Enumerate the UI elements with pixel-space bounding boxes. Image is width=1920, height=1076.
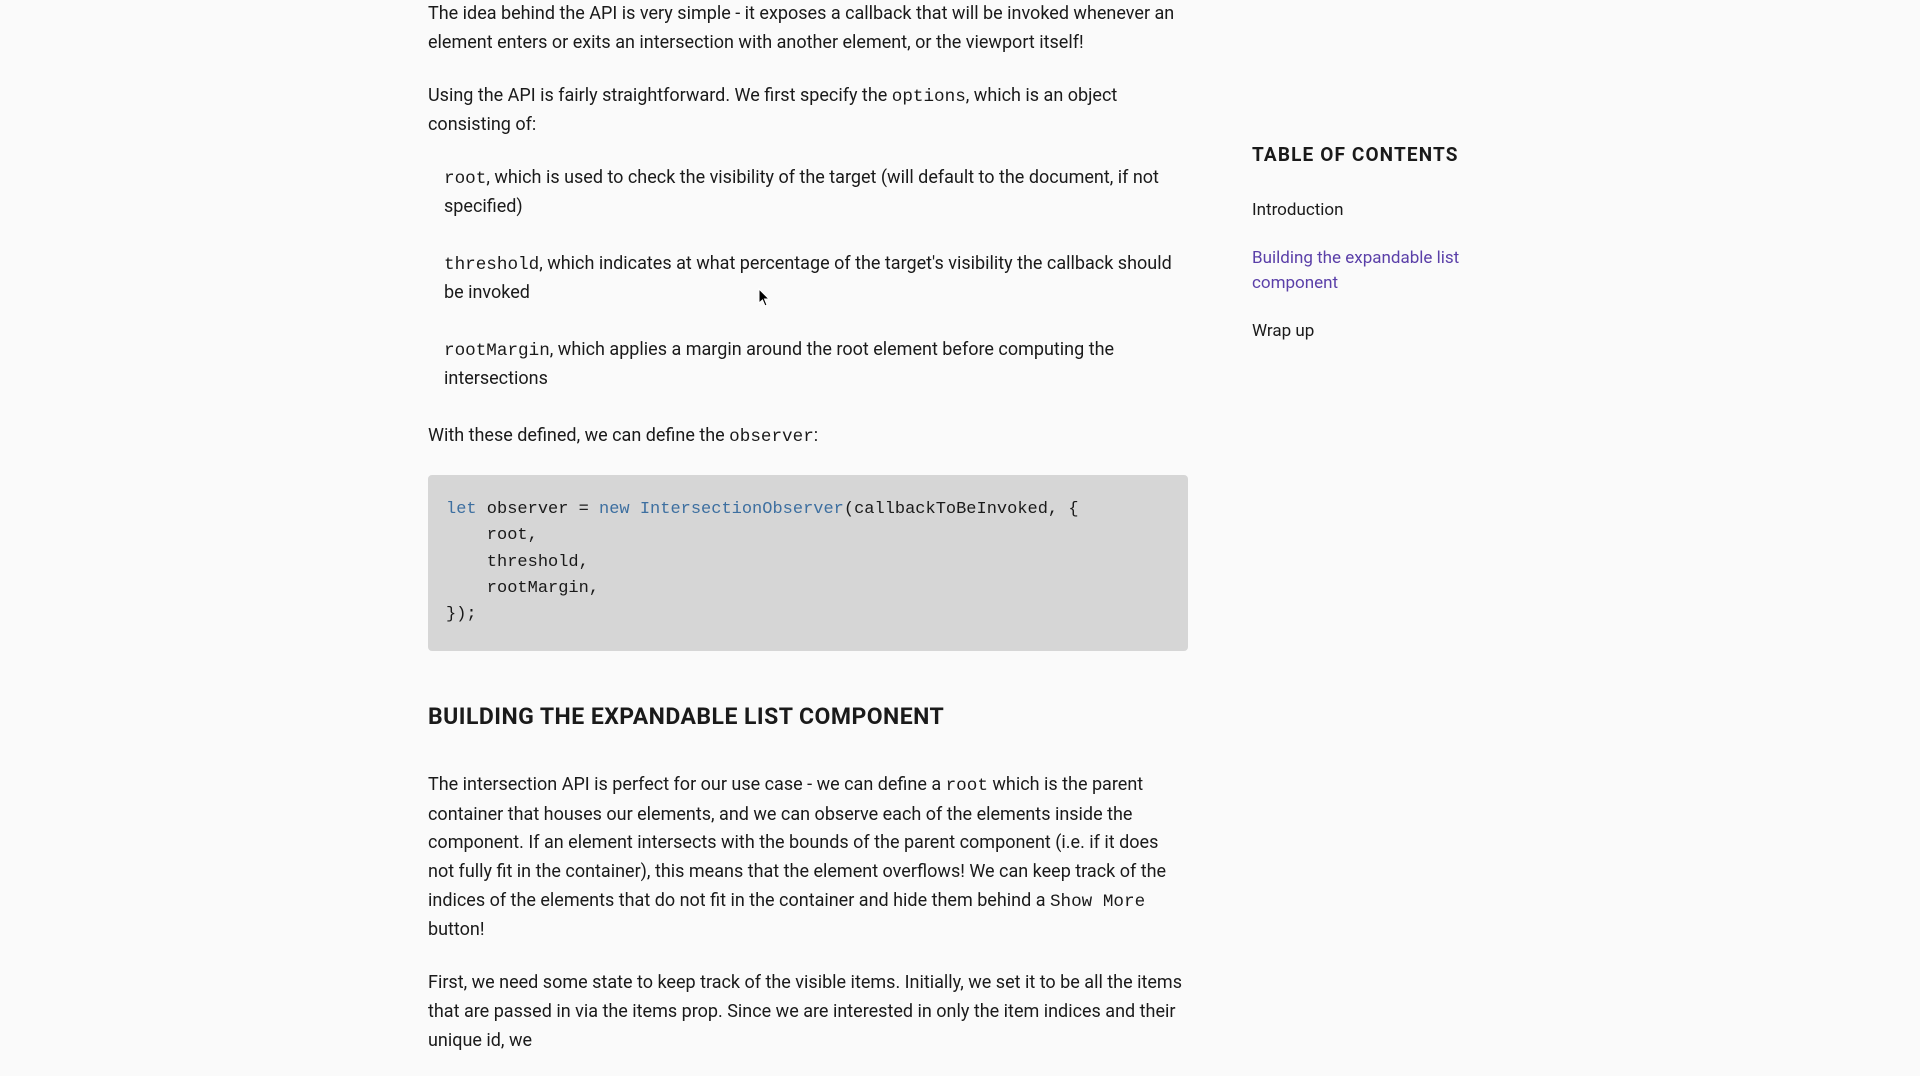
- token-keyword-let: let: [446, 500, 477, 519]
- text: , which is used to check the visibility …: [444, 167, 1159, 217]
- token-text: });: [446, 605, 477, 624]
- token-keyword-new: new: [599, 500, 630, 519]
- text: :: [814, 425, 818, 446]
- build-paragraph-2: First, we need some state to keep track …: [428, 969, 1188, 1055]
- code-root: root: [444, 169, 486, 189]
- token-type-intersectionobserver: IntersectionObserver: [630, 500, 844, 519]
- text: button!: [428, 919, 484, 940]
- toc-item-building[interactable]: Building the expandable list component: [1252, 246, 1492, 297]
- token-text: observer =: [477, 500, 599, 519]
- code-block-observer: let observer = new IntersectionObserver(…: [428, 475, 1188, 651]
- code-root-2: root: [946, 776, 988, 796]
- toc-item-wrapup[interactable]: Wrap up: [1252, 319, 1492, 345]
- token-text: threshold,: [446, 553, 589, 572]
- list-item: rootMargin, which applies a margin aroun…: [444, 336, 1188, 394]
- code-observer: observer: [729, 427, 814, 447]
- code-rootmargin: rootMargin: [444, 341, 550, 361]
- code-threshold: threshold: [444, 255, 539, 275]
- token-text: rootMargin,: [446, 579, 599, 598]
- text: , which indicates at what percentage of …: [444, 253, 1172, 303]
- text: passed in via the items prop. Since we a…: [428, 1001, 1175, 1051]
- table-of-contents: TABLE OF CONTENTS Introduction Building …: [1252, 0, 1492, 1076]
- article-body: The idea behind the API is very simple -…: [428, 0, 1188, 1076]
- text: With these defined, we can define the: [428, 425, 729, 446]
- text: The intersection API is perfect for our …: [428, 774, 946, 795]
- token-text: root,: [446, 526, 538, 545]
- intro-paragraph-2: Using the API is fairly straightforward.…: [428, 82, 1188, 140]
- code-options: options: [892, 87, 966, 107]
- toc-item-introduction[interactable]: Introduction: [1252, 198, 1492, 224]
- code-show-more: Show More: [1050, 892, 1145, 912]
- list-item: threshold, which indicates at what perce…: [444, 250, 1188, 308]
- text: Using the API is fairly straightforward.…: [428, 85, 892, 106]
- intro-paragraph-1: The idea behind the API is very simple -…: [428, 0, 1188, 58]
- toc-title: TABLE OF CONTENTS: [1252, 140, 1492, 170]
- observer-intro: With these defined, we can define the ob…: [428, 422, 1188, 451]
- options-list: root, which is used to check the visibil…: [428, 164, 1188, 394]
- list-item: root, which is used to check the visibil…: [444, 164, 1188, 222]
- build-paragraph-1: The intersection API is perfect for our …: [428, 771, 1188, 945]
- section-heading-building: BUILDING THE EXPANDABLE LIST COMPONENT: [428, 699, 1188, 736]
- token-text: (callbackToBeInvoked, {: [844, 500, 1079, 519]
